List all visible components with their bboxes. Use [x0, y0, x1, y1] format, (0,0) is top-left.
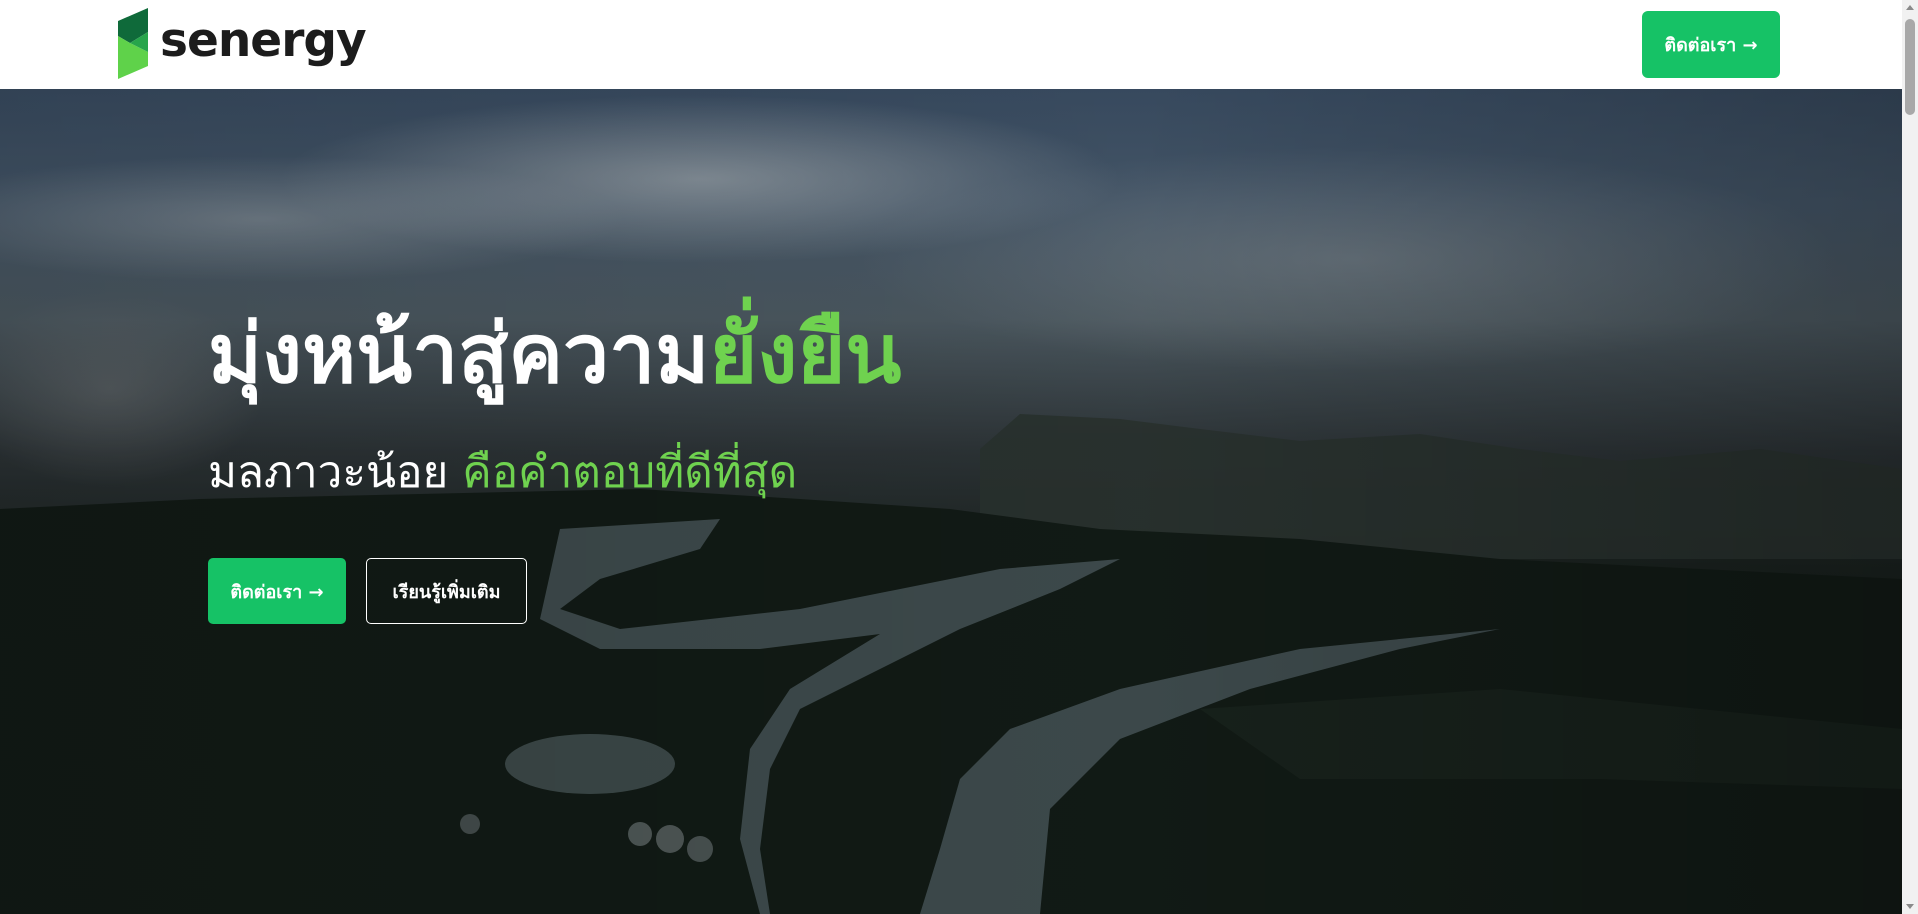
hero-subtitle: มลภาวะน้อย คือคำตอบที่ดีที่สุด [208, 451, 797, 495]
brand-name: senergy [160, 13, 367, 68]
brand-logo-link[interactable]: senergy [118, 8, 367, 79]
hero-title-accent: ยั่งยืน [709, 307, 902, 402]
learn-more-button[interactable]: เรียนรู้เพิ่มเติม [366, 558, 527, 624]
hero-title-main: มุ่งหน้าสู่ความ [208, 307, 710, 402]
header-contact-button[interactable]: ติดต่อเรา → [1642, 11, 1780, 78]
hero-subtitle-main: มลภาวะน้อย [208, 447, 463, 498]
scroll-down-icon[interactable] [1906, 904, 1914, 909]
hero-section: มุ่งหน้าสู่ความยั่งยืน มลภาวะน้อย คือคำต… [0, 89, 1902, 914]
senergy-logo-icon [118, 8, 148, 79]
hero-title: มุ่งหน้าสู่ความยั่งยืน [208, 314, 901, 396]
hero-actions: ติดต่อเรา → เรียนรู้เพิ่มเติม [208, 558, 527, 624]
page-scrollbar[interactable] [1902, 0, 1918, 914]
scroll-up-icon[interactable] [1906, 5, 1914, 10]
hero-content: มุ่งหน้าสู่ความยั่งยืน มลภาวะน้อย คือคำต… [208, 89, 1408, 914]
hero-contact-button[interactable]: ติดต่อเรา → [208, 558, 346, 624]
site-header: senergy ติดต่อเรา → [0, 0, 1902, 89]
hero-subtitle-accent: คือคำตอบที่ดีที่สุด [462, 447, 798, 498]
page: senergy ติดต่อเรา → มุ่งหน้าสู่ความยั่งย… [0, 0, 1918, 914]
scrollbar-thumb[interactable] [1905, 19, 1915, 115]
